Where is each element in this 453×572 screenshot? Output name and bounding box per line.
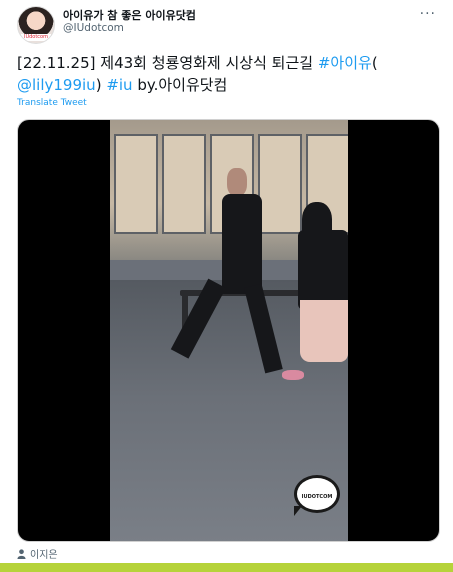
- tweet-text-part: (: [371, 54, 378, 72]
- man-head: [227, 168, 247, 196]
- author-display-name[interactable]: 아이유가 참 좋은 아이유닷컴: [63, 7, 196, 23]
- woman-jacket: [298, 230, 348, 310]
- more-options-icon[interactable]: ···: [420, 6, 436, 22]
- watermark-tail: [294, 506, 302, 516]
- hashtag-link[interactable]: #아이유: [318, 54, 372, 72]
- bottom-accent-bar: [0, 563, 453, 572]
- tweet-text-part: ): [95, 76, 107, 94]
- translate-tweet-link[interactable]: Translate Tweet: [17, 98, 87, 108]
- window: [162, 134, 206, 234]
- hashtag-link[interactable]: #iu: [106, 76, 132, 94]
- window: [258, 134, 302, 234]
- tagged-people[interactable]: 이지은: [17, 546, 58, 561]
- person-icon: [17, 549, 26, 559]
- tweet-text-part: [22.11.25] 제43회 청룡영화제 시상식 퇴근길: [17, 54, 318, 72]
- woman-dress: [300, 300, 348, 362]
- author-handle[interactable]: @IUdotcom: [63, 22, 124, 34]
- man-body: [222, 194, 262, 294]
- video-frame: IUDOTCOM: [110, 120, 348, 541]
- author-avatar[interactable]: IUdotcom: [17, 6, 55, 44]
- mention-link[interactable]: @lily199iu: [17, 76, 96, 94]
- video-player[interactable]: IUDOTCOM: [17, 119, 440, 542]
- woman-shoe: [282, 370, 304, 380]
- window: [114, 134, 158, 234]
- avatar-tag: IUdotcom: [21, 34, 51, 41]
- tagged-user-name: 이지은: [30, 550, 58, 561]
- tweet: IUdotcom 아이유가 참 좋은 아이유닷컴 @IUdotcom ··· […: [0, 0, 453, 572]
- tweet-text: [22.11.25] 제43회 청룡영화제 시상식 퇴근길 #아이유( @lily…: [17, 52, 447, 96]
- tweet-text-part: by.아이유닷컴: [132, 76, 228, 94]
